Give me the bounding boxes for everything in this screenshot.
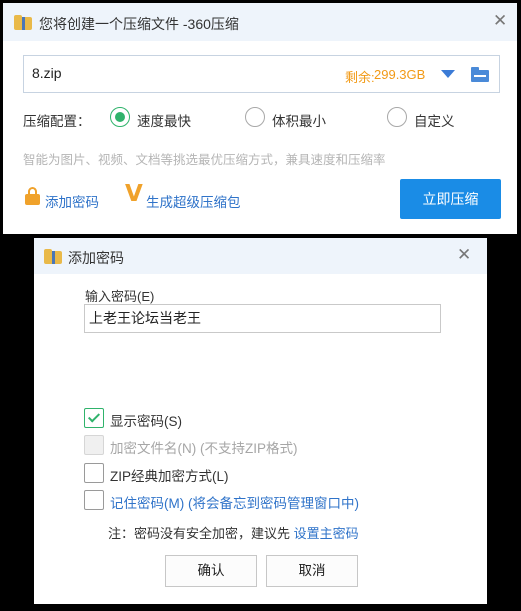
close-icon[interactable]: ✕ <box>457 246 471 263</box>
compress-config-label: 压缩配置： <box>23 114 91 129</box>
output-filename[interactable]: 8.zip <box>32 65 62 81</box>
password-dialog-titlebar: 添加密码 ✕ <box>34 238 487 274</box>
password-input-label: 输入密码(E) <box>85 289 155 304</box>
checkbox-unchecked-icon <box>84 490 104 510</box>
password-dialog-title: 添加密码 <box>68 250 124 266</box>
ok-button[interactable]: 确认 <box>165 555 257 587</box>
checkbox-unchecked-icon <box>84 463 104 483</box>
checkbox-checked-icon <box>84 408 104 428</box>
free-space-label: 剩余: <box>345 70 375 85</box>
checkbox-label: ZIP经典加密方式(L) <box>110 469 229 484</box>
set-master-password-link[interactable]: 设置主密码 <box>294 526 359 541</box>
lock-icon[interactable] <box>25 187 41 205</box>
radio-checked-icon <box>110 107 130 127</box>
checkbox-label[interactable]: 记住密码(M) (将会备忘到密码管理窗口中) <box>110 492 359 512</box>
output-path-field[interactable]: 8.zip 剩余: 299.3GB <box>23 55 500 93</box>
compress-window-title: 您将创建一个压缩文件 -360压缩 <box>39 16 239 32</box>
checkbox-label: 显示密码(S) <box>110 414 182 429</box>
app-zip-icon <box>14 15 32 30</box>
radio-unchecked-icon <box>387 107 407 127</box>
folder-icon[interactable] <box>470 65 492 84</box>
super-package-link[interactable]: 生成超级压缩包 <box>146 191 241 211</box>
add-password-link[interactable]: 添加密码 <box>45 191 99 211</box>
compress-hint: 智能为图片、视频、文档等挑选最优压缩方式，兼具速度和压缩率 <box>23 153 386 167</box>
radio-label: 速度最快 <box>137 114 191 129</box>
free-space-value: 299.3GB <box>374 67 426 82</box>
dropdown-arrow-icon[interactable] <box>441 70 455 78</box>
close-icon[interactable]: ✕ <box>493 12 507 29</box>
security-note: 注：密码没有安全加密，建议先 设置主密码 <box>108 523 359 542</box>
radio-unchecked-icon <box>245 107 265 127</box>
checkbox-label: 加密文件名(N) (不支持ZIP格式) <box>110 441 298 456</box>
check-icon <box>87 410 101 423</box>
compress-window-titlebar: 您将创建一个压缩文件 -360压缩 ✕ <box>3 3 517 41</box>
compress-window: 您将创建一个压缩文件 -360压缩 ✕ 8.zip 剩余: 299.3GB 压缩… <box>3 3 517 234</box>
cancel-button[interactable]: 取消 <box>266 555 358 587</box>
radio-label: 自定义 <box>414 114 455 129</box>
app-zip-icon <box>44 249 62 264</box>
note-text: 注：密码没有安全加密，建议先 <box>108 526 294 541</box>
v-icon[interactable]: V <box>125 183 143 206</box>
compress-now-button[interactable]: 立即压缩 <box>400 179 501 219</box>
add-password-dialog: 添加密码 ✕ 输入密码(E) 上老王论坛当老王 显示密码(S) 加密文件名(N)… <box>34 238 487 604</box>
radio-label: 体积最小 <box>272 114 326 129</box>
checkbox-disabled-icon <box>84 435 104 455</box>
password-input[interactable]: 上老王论坛当老王 <box>84 304 441 333</box>
